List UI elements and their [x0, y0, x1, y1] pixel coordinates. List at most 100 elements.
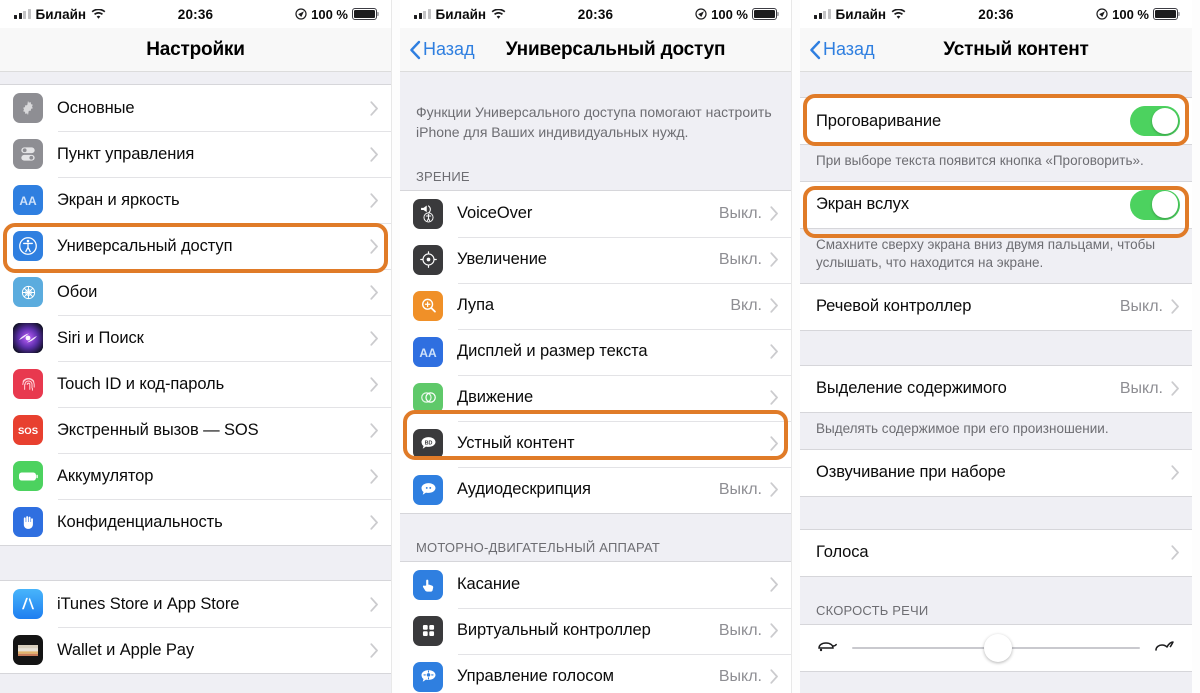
wifi-icon [891, 8, 906, 20]
three-phone-screenshots: Билайн 20:36 100 % Настройки Основные Пу… [0, 0, 1200, 693]
sidebar-item-voiceover[interactable]: VoiceOver Выкл. [400, 190, 791, 237]
svg-text:BD: BD [424, 441, 432, 447]
sidebar-item-control-center[interactable]: Пункт управления [0, 131, 391, 177]
toggle-knob [1151, 107, 1179, 135]
audio-desc-icon [413, 474, 443, 505]
sidebar-item-itunes-app-store[interactable]: iTunes Store и App Store [0, 581, 391, 627]
sidebar-item-switch-control[interactable]: Виртуальный контроллер Выкл. [400, 607, 791, 654]
clock: 20:36 [177, 6, 214, 22]
group-spacer [800, 330, 1192, 365]
row-value: Выкл. [1119, 297, 1163, 315]
sidebar-item-zoom[interactable]: Увеличение Выкл. [400, 236, 791, 283]
battery-full-icon [1153, 8, 1181, 20]
group-spacer [0, 546, 391, 580]
motion-icon [413, 382, 443, 413]
toggle-speak-selection[interactable] [1130, 106, 1180, 136]
sidebar-item-label: Аудиодескрипция [457, 480, 591, 499]
toggle-knob [1151, 191, 1179, 218]
siri-icon [13, 323, 43, 353]
cellular-bars-icon [414, 9, 431, 19]
chevron-right-icon [370, 284, 379, 300]
voices-group: Голоса [800, 528, 1192, 577]
sidebar-item-touch[interactable]: Касание [400, 561, 791, 608]
speak-selection-group: Прогова­ривание [800, 97, 1192, 145]
row-speech-controller[interactable]: Речевой контроллер Выкл. [800, 283, 1192, 330]
sidebar-item-accessibility[interactable]: Универсальный доступ [0, 223, 391, 269]
row-label: Озвучивание при наборе [816, 463, 1006, 481]
row-label: Прогова­ривание [816, 111, 942, 130]
sidebar-item-label: Конфиденциальность [57, 512, 223, 531]
sidebar-item-display-brightness[interactable]: AA Экран и яркость [0, 177, 391, 223]
footnote-speak-screen: Смахните сверху экрана вниз двумя пальца… [800, 228, 1192, 283]
back-button[interactable]: Назад [800, 39, 875, 60]
typing-feedback-group: Озвучивание при наборе [800, 448, 1192, 497]
row-speak-screen[interactable]: Экран вслух [800, 181, 1192, 228]
svg-text:AA: AA [19, 194, 37, 208]
row-value: Выкл. [718, 480, 762, 498]
sidebar-item-emergency-sos[interactable]: SOS Экстренный вызов — SOS [0, 407, 391, 453]
chevron-right-icon [370, 238, 379, 254]
cellular-bars-icon [14, 9, 31, 19]
row-voices[interactable]: Голоса [800, 529, 1192, 576]
carrier-name: Билайн [435, 6, 487, 22]
carrier-name: Билайн [835, 6, 887, 22]
chevron-right-icon [370, 596, 379, 612]
sidebar-item-wallpaper[interactable]: Обои [0, 269, 391, 315]
chevron-right-icon [370, 422, 379, 438]
sidebar-item-wallet-apple-pay[interactable]: Wallet и Apple Pay [0, 627, 391, 673]
accessibility-list[interactable]: Функции Универсального доступа помогают … [400, 72, 791, 693]
spoken-content-list[interactable]: Прогова­ривание При выборе текста появит… [800, 72, 1192, 693]
chevron-right-icon [370, 192, 379, 208]
sidebar-item-siri-search[interactable]: Siri и Поиск [0, 315, 391, 361]
sidebar-item-motion[interactable]: Движение [400, 374, 791, 421]
section-header-vision: ЗРЕНИЕ [400, 142, 791, 190]
sidebar-item-label: Экран и яркость [57, 190, 180, 209]
chevron-left-icon [809, 40, 821, 60]
settings-list[interactable]: Основные Пункт управления AA Экран и ярк… [0, 72, 391, 693]
section-header-motor: МОТОРНО-ДВИГАТЕЛЬНЫЙ АППАРАТ [400, 513, 791, 561]
svg-text:AA: AA [419, 346, 437, 360]
phone-panel-settings: Билайн 20:36 100 % Настройки Основные Пу… [0, 0, 392, 693]
row-label: Экран вслух [816, 195, 909, 214]
status-bar: Билайн 20:36 100 % [800, 0, 1192, 28]
sidebar-item-general[interactable]: Основные [0, 85, 391, 131]
clock: 20:36 [577, 6, 614, 22]
sidebar-item-display-text-size[interactable]: AA Дисплей и размер текста [400, 328, 791, 375]
sidebar-item-battery[interactable]: Аккумулятор [0, 453, 391, 499]
hand-icon [13, 507, 43, 537]
motor-group: Касание Виртуальный контроллер Выкл. Упр… [400, 560, 791, 693]
location-services-icon [695, 8, 707, 20]
sidebar-item-privacy[interactable]: Конфиденциальность [0, 499, 391, 545]
sidebar-item-label: Основные [57, 98, 135, 117]
location-services-icon [295, 8, 307, 20]
speaking-rate-slider[interactable] [852, 633, 1140, 662]
magnifier-icon [413, 290, 443, 321]
sidebar-item-audio-descriptions[interactable]: Аудиодескрипция Выкл. [400, 466, 791, 513]
sidebar-item-spoken-content[interactable]: BD Устный контент [400, 420, 791, 467]
row-typing-feedback[interactable]: Озвучивание при наборе [800, 449, 1192, 496]
sidebar-item-voice-control[interactable]: Управление голосом Выкл. [400, 653, 791, 693]
group-spacer [800, 496, 1192, 529]
chevron-right-icon [770, 252, 779, 267]
slider-knob[interactable] [984, 633, 1013, 662]
battery-percent: 100 % [711, 6, 748, 22]
chevron-right-icon [1171, 465, 1180, 480]
row-highlight-content[interactable]: Выделение содержимого Выкл. [800, 365, 1192, 412]
sidebar-item-label: Экстренный вызов — SOS [57, 420, 259, 439]
status-bar: Билайн 20:36 100 % [400, 0, 791, 28]
sidebar-item-magnifier[interactable]: Лупа Вкл. [400, 282, 791, 329]
sidebar-item-label: Управление голосом [457, 667, 614, 686]
wifi-icon [91, 8, 106, 20]
switch-control-icon [413, 615, 443, 646]
battery-icon [13, 461, 43, 491]
speaking-rate-slider-row[interactable] [800, 624, 1192, 671]
toggle-speak-screen[interactable] [1130, 189, 1180, 220]
row-speak-selection[interactable]: Прогова­ривание [800, 98, 1192, 144]
sidebar-item-label: Устный контент [457, 434, 575, 453]
sidebar-item-label: Обои [57, 282, 98, 301]
back-button-label: Назад [423, 39, 475, 59]
sidebar-item-touch-id[interactable]: Touch ID и код-пароль [0, 361, 391, 407]
back-button[interactable]: Назад [400, 39, 475, 60]
row-value: Выкл. [1119, 379, 1163, 397]
sidebar-item-label: Лупа [457, 296, 494, 315]
